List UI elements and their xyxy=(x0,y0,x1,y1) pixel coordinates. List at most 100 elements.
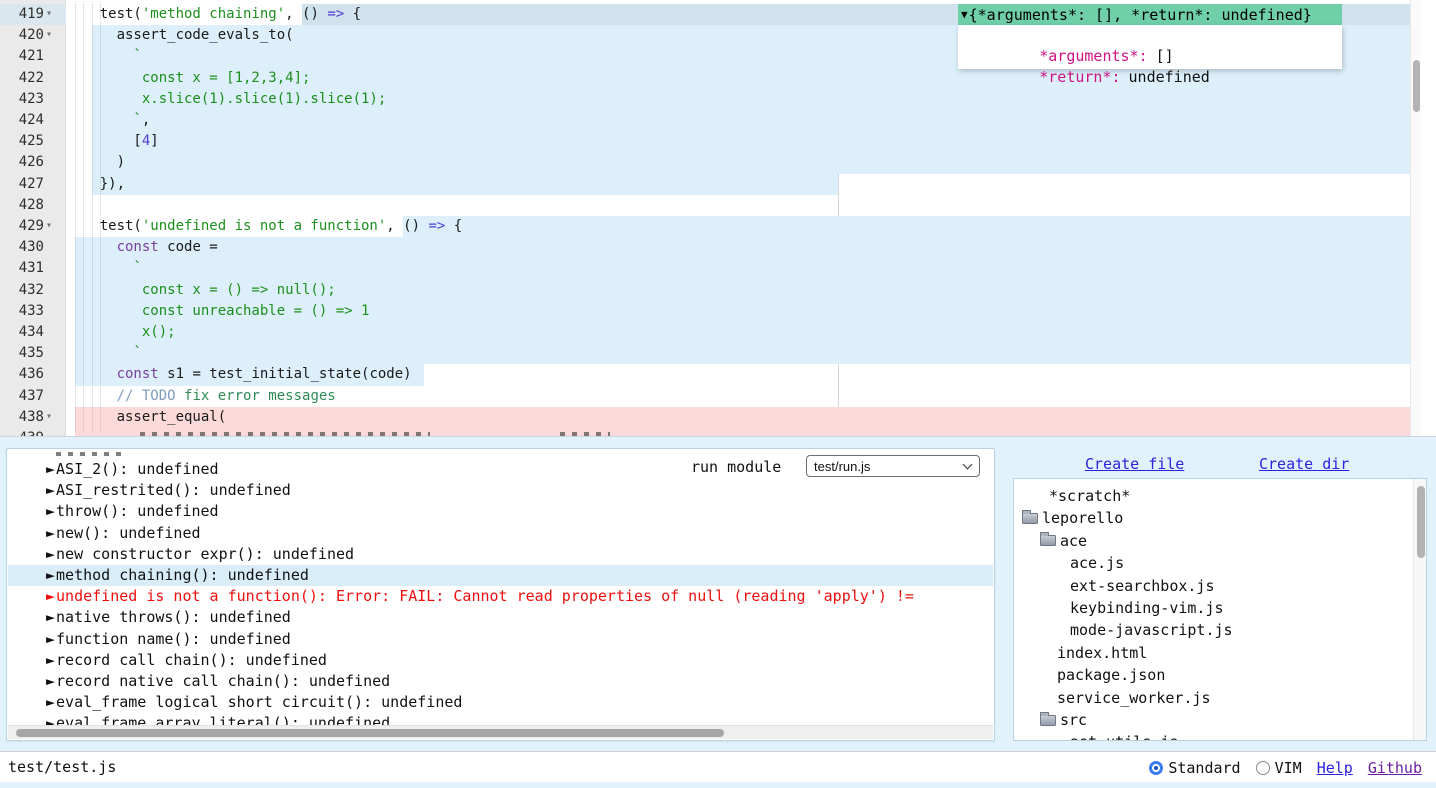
code-line[interactable]: ) xyxy=(66,152,125,173)
tree-file[interactable]: ast_utils.js xyxy=(1070,731,1178,741)
call-result-row[interactable]: ►throw(): undefined xyxy=(8,501,993,522)
tree-file[interactable]: *scratch* xyxy=(1049,485,1130,507)
call-result-row[interactable]: ►function name(): undefined xyxy=(8,629,993,650)
tooltip-entry[interactable]: *arguments*:[] xyxy=(958,25,1342,46)
mode-standard[interactable]: Standard xyxy=(1149,759,1240,777)
editor-scrollbar[interactable] xyxy=(1410,0,1421,437)
row-expand-icon[interactable]: ► xyxy=(46,587,55,605)
file-tree-scrollbar[interactable] xyxy=(1413,479,1426,740)
github-link[interactable]: Github xyxy=(1368,759,1422,777)
code-line[interactable]: // TODO fix error messages xyxy=(66,386,336,407)
tree-file[interactable]: index.html xyxy=(1057,642,1147,664)
call-result-label: function name(): undefined xyxy=(56,630,291,648)
row-expand-icon[interactable]: ► xyxy=(46,545,55,563)
code-line[interactable]: }), xyxy=(66,174,125,195)
call-result-row[interactable]: ►new(): undefined xyxy=(8,523,993,544)
row-expand-icon[interactable]: ► xyxy=(46,608,55,626)
create-file-button[interactable]: Create file xyxy=(1085,455,1184,473)
tree-folder[interactable]: ace xyxy=(1040,530,1087,552)
call-result-row[interactable]: ►native throws(): undefined xyxy=(8,607,993,628)
code-line[interactable]: assert_code_evals_to( xyxy=(66,25,294,46)
fold-arrow-icon[interactable]: ▾ xyxy=(46,407,62,428)
call-result-label: new(): undefined xyxy=(56,524,201,542)
tree-folder[interactable]: src xyxy=(1040,709,1087,731)
tree-file[interactable]: ext-searchbox.js xyxy=(1070,575,1215,597)
run-module-select[interactable]: test/run.js xyxy=(806,455,980,477)
code-line[interactable]: test('undefined is not a function', () =… xyxy=(66,216,462,237)
row-expand-icon[interactable]: ► xyxy=(46,672,55,690)
call-result-label: ASI_restrited(): undefined xyxy=(56,481,291,499)
current-file-path: test/test.js xyxy=(8,752,116,783)
line-number: 435 xyxy=(0,343,44,364)
output-scrollbar-thumb[interactable] xyxy=(16,729,724,737)
code-token xyxy=(66,48,133,64)
call-result-row[interactable]: ►eval_frame logical short circuit(): und… xyxy=(8,692,993,713)
code-line[interactable]: ` xyxy=(66,258,142,279)
code-token: ] xyxy=(150,133,158,149)
clipped-line-fragment xyxy=(560,432,610,436)
code-line[interactable]: const x = () => null(); xyxy=(66,280,336,301)
code-token: const xyxy=(117,239,159,255)
call-result-row[interactable]: ►undefined is not a function(): Error: F… xyxy=(8,586,993,607)
call-result-row[interactable]: ►new constructor expr(): undefined xyxy=(8,544,993,565)
fold-arrow-icon[interactable]: ▾ xyxy=(46,4,62,25)
code-editor[interactable]: test('method chaining', () => { assert_c… xyxy=(0,0,1436,437)
call-result-row[interactable]: ►method chaining(): undefined xyxy=(8,565,993,586)
value-pane-divider xyxy=(838,174,839,216)
row-expand-icon[interactable]: ► xyxy=(46,481,55,499)
code-token: const xyxy=(117,366,159,382)
fold-arrow-icon[interactable]: ▾ xyxy=(46,25,62,46)
tree-file[interactable]: keybinding-vim.js xyxy=(1070,597,1224,619)
code-line[interactable]: const unreachable = () => 1 xyxy=(66,301,369,322)
mode-vim[interactable]: VIM xyxy=(1256,759,1302,777)
value-tooltip-header[interactable]: ▼{*arguments*: [], *return*: undefined} xyxy=(958,4,1342,25)
code-token: const unreachable = () => 1 xyxy=(66,303,369,319)
output-horizontal-scrollbar[interactable] xyxy=(8,725,993,739)
code-token: const x = () => null(); xyxy=(66,282,336,298)
tree-file[interactable]: ace.js xyxy=(1070,552,1124,574)
tree-file[interactable]: package.json xyxy=(1057,664,1165,686)
radio-vim-icon[interactable] xyxy=(1256,761,1270,775)
code-line[interactable]: [4] xyxy=(66,131,159,152)
row-expand-icon[interactable]: ► xyxy=(46,460,55,478)
tree-item-label: ast_utils.js xyxy=(1070,731,1178,741)
radio-standard-icon[interactable] xyxy=(1149,761,1163,775)
code-line[interactable]: ` xyxy=(66,343,142,364)
code-line[interactable]: const code = xyxy=(66,237,218,258)
tree-file[interactable]: mode-javascript.js xyxy=(1070,619,1233,641)
tree-file[interactable]: service_worker.js xyxy=(1057,687,1211,709)
code-line[interactable]: x.slice(1).slice(1).slice(1); xyxy=(66,89,386,110)
code-line[interactable]: `, xyxy=(66,110,150,131)
code-line[interactable]: x(); xyxy=(66,322,176,343)
code-line[interactable]: const x = [1,2,3,4]; xyxy=(66,68,310,89)
file-tree-scrollbar-thumb[interactable] xyxy=(1417,486,1425,558)
row-expand-icon[interactable]: ► xyxy=(46,693,55,711)
code-line[interactable]: const s1 = test_initial_state(code) xyxy=(66,364,412,385)
fold-arrow-icon[interactable]: ▾ xyxy=(46,216,62,237)
create-dir-button[interactable]: Create dir xyxy=(1259,455,1349,473)
editor-gutter: 419▾420▾421422423424425426427428429▾4304… xyxy=(0,0,66,437)
row-expand-icon[interactable]: ► xyxy=(46,566,55,584)
row-expand-icon[interactable]: ► xyxy=(46,630,55,648)
code-token: ) xyxy=(66,154,125,170)
help-link[interactable]: Help xyxy=(1317,759,1353,777)
code-token: [ xyxy=(66,133,142,149)
code-token: ` xyxy=(133,345,141,361)
code-line[interactable]: assert_equal( xyxy=(66,407,226,428)
line-number: 428 xyxy=(0,195,44,216)
row-expand-icon[interactable]: ► xyxy=(46,502,55,520)
line-number: 438 xyxy=(0,407,44,428)
row-expand-icon[interactable]: ► xyxy=(46,651,55,669)
code-token: , () xyxy=(386,218,428,234)
call-result-row[interactable]: ►record native call chain(): undefined xyxy=(8,671,993,692)
call-result-row[interactable]: ►record call chain(): undefined xyxy=(8,650,993,671)
tree-folder[interactable]: leporello xyxy=(1022,507,1123,529)
line-number: 436 xyxy=(0,364,44,385)
code-token: => xyxy=(327,6,344,22)
code-line[interactable]: ` xyxy=(66,46,142,67)
row-expand-icon[interactable]: ► xyxy=(46,524,55,542)
code-line[interactable]: test('method chaining', () => { xyxy=(66,4,361,25)
code-token: test( xyxy=(66,218,142,234)
editor-scrollbar-thumb[interactable] xyxy=(1413,60,1420,112)
call-result-row[interactable]: ►ASI_restrited(): undefined xyxy=(8,480,993,501)
